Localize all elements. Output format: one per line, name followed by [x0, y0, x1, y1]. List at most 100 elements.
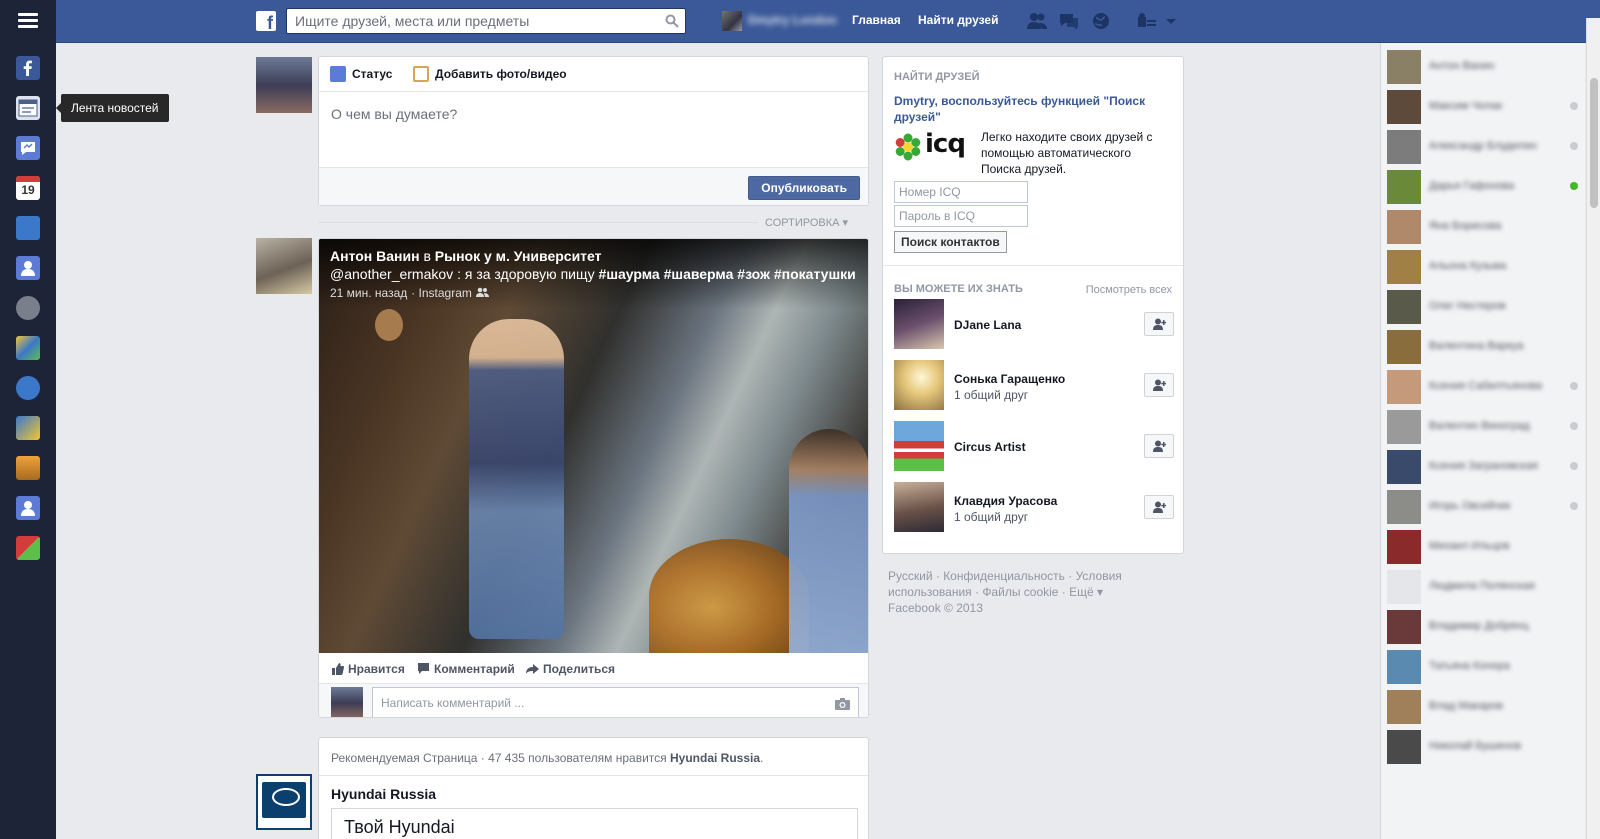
search-icon[interactable] — [665, 14, 679, 28]
games-icon[interactable] — [16, 336, 40, 360]
chat-contact[interactable]: Людмила Полянская — [1387, 570, 1582, 604]
tab-add-photo[interactable]: Добавить фото/видео — [413, 66, 567, 82]
post-time[interactable]: 21 мин. назад — [330, 286, 407, 300]
events-calendar-icon[interactable]: 19 — [16, 176, 40, 200]
recommended-page-name[interactable]: Hyundai Russia — [331, 786, 436, 802]
pymk-photo[interactable] — [894, 360, 944, 410]
post-handle[interactable]: @another_ermakov — [330, 266, 453, 282]
pages-globe-icon[interactable] — [16, 296, 40, 320]
pymk-name[interactable]: Circus Artist — [954, 440, 1026, 454]
apps-icon[interactable] — [16, 536, 40, 560]
menu-hamburger-icon[interactable] — [18, 13, 38, 29]
pymk-photo[interactable] — [894, 421, 944, 471]
chat-contact[interactable]: Михаил Ильцов — [1387, 530, 1582, 564]
tab-status[interactable]: Статус — [330, 66, 392, 82]
footer-line-1[interactable]: Русский · Конфиденциальность · Условия — [888, 568, 1148, 584]
hashtag[interactable]: #шаверма — [664, 266, 734, 282]
search-box[interactable] — [286, 8, 686, 34]
chat-contact[interactable]: Олег Нестеров — [1387, 290, 1582, 324]
messages-icon[interactable] — [1058, 11, 1080, 31]
chat-contact[interactable]: Альона Кузьма — [1387, 250, 1582, 284]
hyundai-logo[interactable] — [256, 774, 312, 830]
privacy-shortcuts-icon[interactable] — [1136, 11, 1158, 31]
composer-input[interactable]: О чем вы думаете? — [319, 92, 868, 168]
page-scrollbar[interactable] — [1586, 18, 1600, 839]
recommended-page-link[interactable]: Hyundai Russia — [670, 751, 760, 765]
account-menu-chevron-down-icon[interactable] — [1164, 11, 1178, 31]
comment-button[interactable]: Комментарий — [417, 662, 515, 676]
chat-contact[interactable]: Ксения Заграновская — [1387, 450, 1582, 484]
hashtag[interactable]: #зож — [737, 266, 770, 282]
like-button[interactable]: Нравится — [331, 662, 405, 676]
post-photo[interactable]: Антон Ванин в Рынок у м. Университет @an… — [319, 239, 868, 653]
notifications-globe-icon[interactable] — [1090, 11, 1112, 31]
chat-contact[interactable]: Максим Чолак — [1387, 90, 1582, 124]
app-icon-3[interactable] — [16, 416, 40, 440]
recommended-page-box[interactable]: Твой Hyundai — [331, 808, 858, 839]
chat-contact[interactable]: Александр Блудилин — [1387, 130, 1582, 164]
photos-icon[interactable] — [16, 456, 40, 480]
post-place[interactable]: Рынок у м. Университет — [435, 248, 602, 264]
comment-input[interactable] — [373, 688, 858, 717]
search-contacts-button[interactable]: Поиск контактов — [894, 231, 1007, 253]
pymk-name[interactable]: DJane Lana — [954, 318, 1021, 332]
hashtag[interactable]: #покатушки — [774, 266, 856, 282]
chat-contact[interactable]: Яна Борисова — [1387, 210, 1582, 244]
footer-line-2[interactable]: использования · Файлы cookie · Ещё ▾ — [888, 584, 1148, 600]
pymk-item[interactable]: DJane Lana — [894, 299, 1174, 351]
chat-contact[interactable]: Владимир Добрянц — [1387, 610, 1582, 644]
news-feed-icon[interactable] — [16, 96, 40, 120]
chat-contact[interactable]: Ксения Сабилтьянова — [1387, 370, 1582, 404]
icq-password-field[interactable] — [894, 205, 1028, 227]
add-friend-button[interactable] — [1144, 495, 1174, 519]
my-avatar[interactable] — [256, 57, 312, 113]
add-friend-button[interactable] — [1144, 312, 1174, 336]
find-friends-link[interactable]: Найти друзей — [918, 13, 998, 27]
post-author-avatar[interactable] — [256, 238, 312, 294]
pymk-item[interactable]: Circus Artist — [894, 421, 1174, 473]
app-icon[interactable] — [16, 216, 40, 240]
app-icon-2[interactable] — [16, 376, 40, 400]
facebook-icon[interactable] — [16, 56, 40, 80]
see-all-link[interactable]: Посмотреть всех — [1086, 284, 1172, 296]
chat-contact[interactable]: Игорь Овсейчик — [1387, 490, 1582, 524]
pymk-item[interactable]: Клавдия Урасова 1 общий друг — [894, 482, 1174, 534]
pymk-photo[interactable] — [894, 482, 944, 532]
friend-requests-icon[interactable] — [1026, 11, 1048, 31]
pymk-photo[interactable] — [894, 299, 944, 349]
add-friend-button[interactable] — [1144, 373, 1174, 397]
pymk-item[interactable]: Сонька Гаращенко 1 общий друг — [894, 360, 1174, 412]
share-button[interactable]: Поделиться — [526, 662, 615, 676]
groups-icon[interactable] — [16, 496, 40, 520]
icq-password-input[interactable] — [895, 206, 1027, 226]
profile-avatar[interactable] — [722, 11, 742, 31]
home-link[interactable]: Главная — [852, 13, 901, 27]
friends-icon[interactable] — [16, 256, 40, 280]
chat-contact[interactable]: Валентин Виноград — [1387, 410, 1582, 444]
pymk-mutual[interactable]: 1 общий друг — [954, 510, 1028, 524]
publish-button[interactable]: Опубликовать — [748, 176, 860, 200]
search-input[interactable] — [287, 9, 685, 33]
chat-contact[interactable]: Дарья Гафонова — [1387, 170, 1582, 204]
icq-number-input[interactable] — [895, 182, 1027, 202]
facebook-logo-icon[interactable]: f — [256, 11, 276, 31]
pymk-mutual[interactable]: 1 общий друг — [954, 388, 1028, 402]
scrollbar-thumb[interactable] — [1590, 78, 1598, 208]
messages-nav-icon[interactable] — [16, 136, 40, 160]
chat-contact[interactable]: Антон Ванин — [1387, 50, 1582, 84]
chat-contact[interactable]: Николай Бушенов — [1387, 730, 1582, 764]
sort-dropdown[interactable]: СОРТИРОВКА ▾ — [765, 216, 848, 229]
audience-friends-icon[interactable] — [475, 287, 489, 298]
post-via[interactable]: Instagram — [419, 286, 472, 300]
chat-contact[interactable]: Татьяна Конора — [1387, 650, 1582, 684]
camera-icon[interactable] — [835, 697, 850, 710]
find-friends-link[interactable]: Dmytry, воспользуйтесь функцией "Поиск д… — [894, 93, 1174, 125]
pymk-name[interactable]: Сонька Гаращенко — [954, 372, 1065, 386]
chat-contact[interactable]: Влад Макаров — [1387, 690, 1582, 724]
add-friend-button[interactable] — [1144, 434, 1174, 458]
hashtag[interactable]: #шаурма — [599, 266, 660, 282]
post-author[interactable]: Антон Ванин — [330, 248, 420, 264]
comment-box[interactable] — [372, 687, 859, 717]
profile-name[interactable]: Dmytry London — [748, 13, 837, 27]
pymk-name[interactable]: Клавдия Урасова — [954, 494, 1057, 508]
